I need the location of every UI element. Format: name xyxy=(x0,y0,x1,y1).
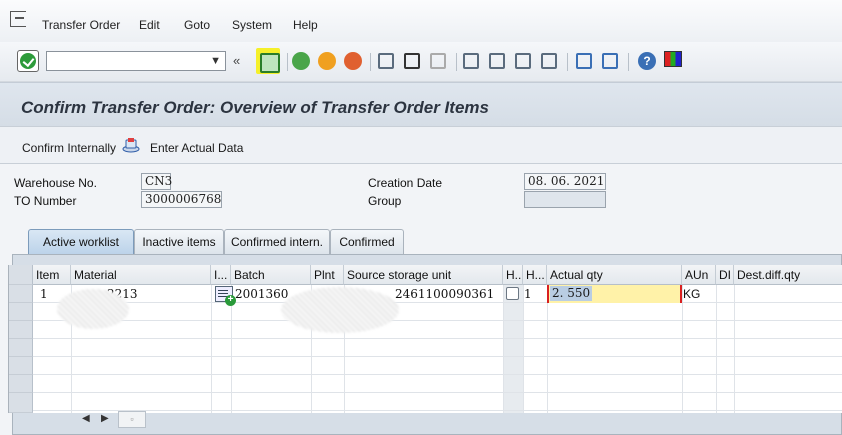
row-selector[interactable] xyxy=(9,285,33,303)
row-selector[interactable] xyxy=(9,357,33,375)
row-selector[interactable] xyxy=(9,375,33,393)
table-row[interactable] xyxy=(33,375,842,393)
creation-date-field[interactable]: 08. 06. 2021 xyxy=(524,173,606,190)
col-dest-diff-qty[interactable]: Dest.diff.qty xyxy=(734,265,842,285)
actual-qty-value: 2. 550 xyxy=(550,286,593,301)
cell-item: 1 xyxy=(40,287,48,301)
enter-checkmark-icon[interactable] xyxy=(17,50,39,72)
help-icon[interactable]: ? xyxy=(638,52,656,70)
tab-inactive-items[interactable]: Inactive items xyxy=(134,229,224,254)
collapse-chevron-icon[interactable]: « xyxy=(233,53,240,68)
table-row[interactable] xyxy=(33,357,842,375)
scroll-right-icon[interactable]: ▶ xyxy=(101,413,109,424)
previous-page-icon[interactable] xyxy=(489,53,505,69)
items-table: Item Material I... Batch Plnt Source sto… xyxy=(8,265,842,413)
toolbar-separator xyxy=(456,53,457,71)
row-selector[interactable] xyxy=(9,339,33,357)
enter-actual-data-button[interactable]: Enter Actual Data xyxy=(150,141,243,155)
enter-actual-data-icon[interactable] xyxy=(122,137,140,153)
col-batch[interactable]: Batch xyxy=(231,265,311,285)
new-session-icon[interactable] xyxy=(576,53,592,69)
page-title: Confirm Transfer Order: Overview of Tran… xyxy=(21,98,489,117)
first-page-icon[interactable] xyxy=(463,53,479,69)
to-number-field[interactable]: 3000006768 xyxy=(141,191,222,208)
menu-bar: Transfer Order Edit Goto System Help xyxy=(0,0,842,42)
toolbar-separator xyxy=(567,53,568,71)
redaction-smear xyxy=(281,287,399,333)
tab-active-worklist[interactable]: Active worklist xyxy=(28,229,134,254)
find-next-icon[interactable] xyxy=(430,53,446,69)
layout-menu-icon[interactable] xyxy=(664,51,682,67)
title-bar: Confirm Transfer Order: Overview of Tran… xyxy=(0,82,842,126)
scroll-left-icon[interactable]: ◀ xyxy=(82,413,90,424)
col-actual-qty[interactable]: Actual qty xyxy=(547,265,682,285)
row-selector[interactable] xyxy=(9,393,33,413)
col-h1[interactable]: H.. xyxy=(503,265,523,285)
col-source-storage-unit[interactable]: Source storage unit xyxy=(344,265,503,285)
exit-icon[interactable] xyxy=(318,52,336,70)
warehouse-field[interactable]: CN3 xyxy=(141,173,172,190)
menu-system[interactable]: System xyxy=(232,18,272,32)
menu-edit[interactable]: Edit xyxy=(139,18,160,32)
confirm-internally-button[interactable]: Confirm Internally xyxy=(22,141,116,155)
toolbar-separator xyxy=(628,53,629,71)
col-item[interactable]: Item xyxy=(33,265,71,285)
cell-source-storage-unit: 2461100090361 xyxy=(395,287,495,301)
command-field[interactable]: ▼ xyxy=(46,51,226,71)
actual-qty-input[interactable]: 2. 550 xyxy=(547,285,682,303)
menu-goto[interactable]: Goto xyxy=(184,18,210,32)
col-icon[interactable]: I... xyxy=(211,265,231,285)
group-field[interactable] xyxy=(524,191,606,208)
print-icon[interactable] xyxy=(378,53,394,69)
row-selector[interactable] xyxy=(9,321,33,339)
menu-help[interactable]: Help xyxy=(293,18,318,32)
toolbar-separator xyxy=(287,53,288,71)
shortcut-icon[interactable] xyxy=(602,53,618,69)
last-page-icon[interactable] xyxy=(541,53,557,69)
h-checkbox[interactable] xyxy=(506,287,519,300)
col-di[interactable]: DI xyxy=(716,265,734,285)
row-selector[interactable] xyxy=(9,303,33,321)
redaction-smear xyxy=(57,289,129,329)
table-row[interactable] xyxy=(33,393,842,411)
col-h2[interactable]: H... xyxy=(523,265,547,285)
tab-confirmed-internally[interactable]: Confirmed intern. xyxy=(224,229,330,254)
warehouse-label: Warehouse No. xyxy=(14,176,97,190)
item-status-icon[interactable] xyxy=(215,286,236,306)
group-label: Group xyxy=(368,194,402,208)
to-number-label: TO Number xyxy=(14,194,77,208)
next-page-icon[interactable] xyxy=(515,53,531,69)
application-toolbar: Confirm Internally Enter Actual Data xyxy=(0,126,842,164)
find-icon[interactable] xyxy=(404,53,420,69)
chevron-down-icon[interactable]: ▼ xyxy=(210,55,221,67)
save-icon[interactable] xyxy=(256,48,280,74)
menu-transfer-order[interactable]: Transfer Order xyxy=(42,18,120,32)
cell-batch: 2001360 xyxy=(235,287,289,301)
select-all-cell[interactable] xyxy=(9,265,33,285)
col-aun[interactable]: AUn xyxy=(682,265,716,285)
standard-toolbar: ▼ « ? xyxy=(0,42,842,82)
toolbar-separator xyxy=(370,53,371,71)
tab-confirmed[interactable]: Confirmed xyxy=(330,229,404,254)
cell-aun: KG xyxy=(683,287,701,301)
horizontal-scroll-thumb[interactable]: ▫ xyxy=(118,411,146,428)
table-row[interactable] xyxy=(33,339,842,357)
col-plant[interactable]: Plnt xyxy=(311,265,344,285)
table-row[interactable] xyxy=(33,303,842,321)
exit-menu-icon[interactable] xyxy=(10,11,26,27)
creation-date-label: Creation Date xyxy=(368,176,443,190)
back-icon[interactable] xyxy=(292,52,310,70)
col-material[interactable]: Material xyxy=(71,265,211,285)
table-row[interactable] xyxy=(33,321,842,339)
cancel-icon[interactable] xyxy=(344,52,362,70)
cell-h2: 1 xyxy=(524,287,532,301)
